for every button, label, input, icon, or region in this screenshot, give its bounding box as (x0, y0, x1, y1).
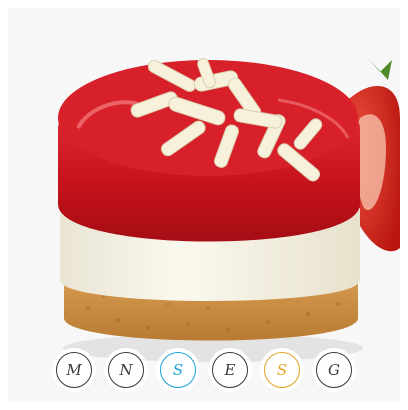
swatch-s-blue[interactable]: S (160, 352, 196, 388)
swatch-list: M N S E S G (0, 352, 408, 396)
swatch-n[interactable]: N (108, 352, 144, 388)
swatch-m[interactable]: M (56, 352, 92, 388)
cheesecake-illustration (58, 58, 400, 362)
swatch-g[interactable]: G (316, 352, 352, 388)
swatch-e[interactable]: E (212, 352, 248, 388)
product-photo (8, 8, 400, 402)
swatch-s-gold[interactable]: S (264, 352, 300, 388)
